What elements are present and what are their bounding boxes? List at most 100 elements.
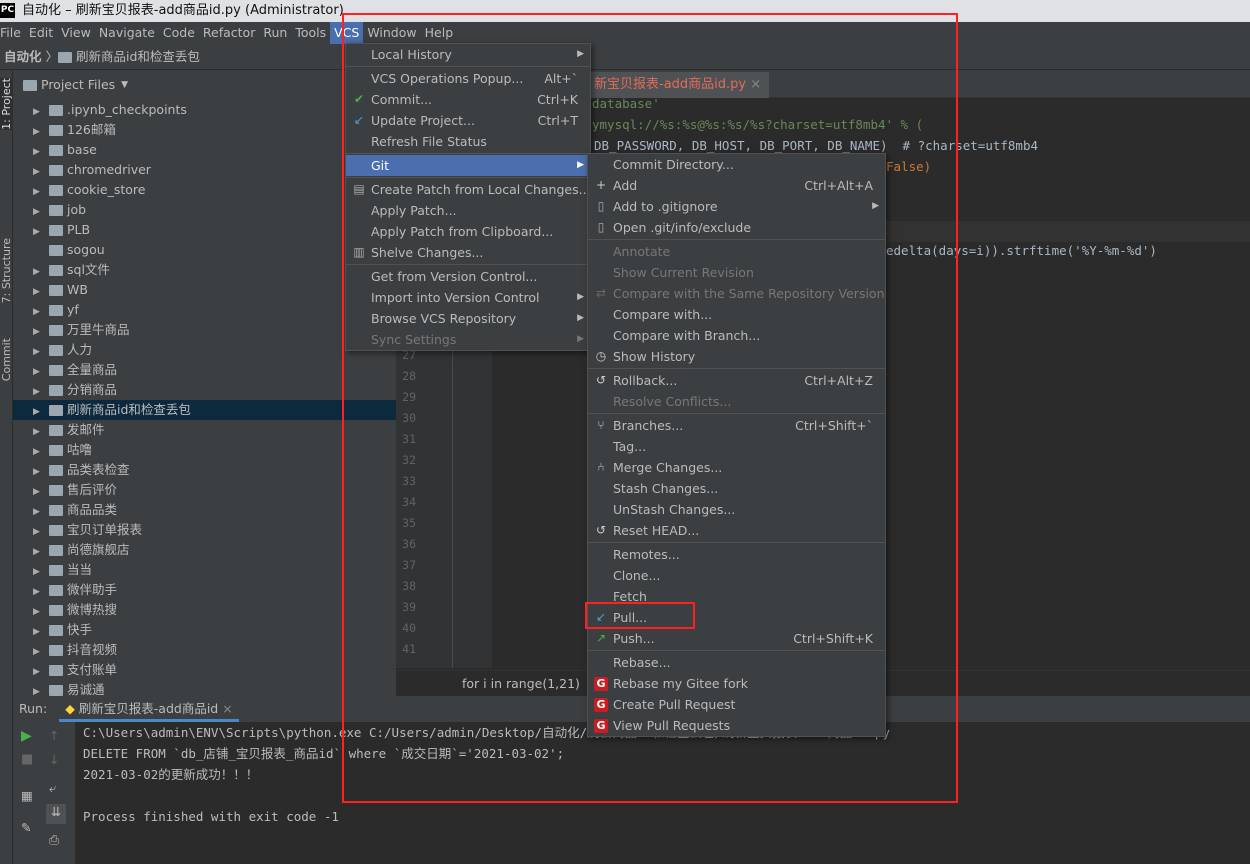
expand-arrow-icon[interactable]: ▶ xyxy=(33,182,49,202)
tree-item[interactable]: ▶ PLB xyxy=(13,220,396,240)
tree-item-label: 微伴助手 xyxy=(67,582,118,597)
tree-item[interactable]: ▶ 售后评价 xyxy=(13,480,396,500)
expand-arrow-icon[interactable]: ▶ xyxy=(33,642,49,662)
folder-icon xyxy=(49,445,63,456)
expand-arrow-icon[interactable]: ▶ xyxy=(33,562,49,582)
scroll-to-end-icon[interactable]: ⇊ xyxy=(46,804,66,824)
expand-arrow-icon[interactable]: ▶ xyxy=(33,542,49,562)
tree-item[interactable]: ▶ 抖音视频 xyxy=(13,640,396,660)
tree-item[interactable]: ▶ 全量商品 xyxy=(13,360,396,380)
expand-arrow-icon[interactable]: ▶ xyxy=(33,402,49,422)
folder-icon xyxy=(49,145,63,156)
expand-arrow-icon[interactable]: ▶ xyxy=(33,502,49,522)
tree-item-label: 咕噜 xyxy=(67,442,93,457)
menu-navigate[interactable]: Navigate xyxy=(95,22,159,44)
tree-item[interactable]: ▶ yf xyxy=(13,300,396,320)
tree-item[interactable]: ▶ chromedriver xyxy=(13,160,396,180)
tree-item[interactable]: ▶ 刷新商品id和检查丢包 xyxy=(13,400,396,420)
breadcrumb-folder[interactable]: 刷新商品id和检查丢包 xyxy=(76,49,200,64)
chevron-down-icon[interactable]: ▼ xyxy=(121,70,128,100)
menu-view[interactable]: View xyxy=(57,22,95,44)
tree-item[interactable]: ▶ sql文件 xyxy=(13,260,396,280)
expand-arrow-icon[interactable]: ▶ xyxy=(33,422,49,442)
tree-item[interactable]: ▶ 宝贝订单报表 xyxy=(13,520,396,540)
expand-arrow-icon[interactable]: ▶ xyxy=(33,462,49,482)
menu-file[interactable]: File xyxy=(0,22,25,44)
window-title: 自动化 – 刷新宝贝报表-add商品id.py (Administrator) xyxy=(22,3,344,18)
folder-icon xyxy=(58,52,72,63)
pin-icon[interactable]: ✎ xyxy=(21,820,31,835)
menu-edit[interactable]: Edit xyxy=(25,22,57,44)
layout-icon[interactable]: ▦ xyxy=(21,788,33,803)
expand-arrow-icon[interactable]: ▶ xyxy=(33,582,49,602)
expand-arrow-icon[interactable]: ▶ xyxy=(33,482,49,502)
menu-tools[interactable]: Tools xyxy=(291,22,330,44)
tab-structure[interactable]: 7: Structure xyxy=(0,238,13,303)
tree-item[interactable]: ▶ 发邮件 xyxy=(13,420,396,440)
tree-item-label: chromedriver xyxy=(67,162,151,177)
menu-run[interactable]: Run xyxy=(259,22,291,44)
breadcrumb-root[interactable]: 自动化 xyxy=(4,49,42,64)
down-icon[interactable]: ↓ xyxy=(49,752,59,767)
tree-item[interactable]: ▶ 快手 xyxy=(13,620,396,640)
expand-arrow-icon[interactable]: ▶ xyxy=(33,382,49,402)
tree-item[interactable]: ▶ 微博热搜 xyxy=(13,600,396,620)
tree-item[interactable]: ▶ cookie_store xyxy=(13,180,396,200)
tree-item[interactable]: ▶ 商品品类 xyxy=(13,500,396,520)
tree-item[interactable]: ▶ WB xyxy=(13,280,396,300)
tree-item[interactable]: ▶ 分销商品 xyxy=(13,380,396,400)
folder-icon xyxy=(49,585,63,596)
tree-item[interactable]: ▶ 尚德旗舰店 xyxy=(13,540,396,560)
expand-arrow-icon[interactable]: ▶ xyxy=(33,342,49,362)
expand-arrow-icon[interactable]: ▶ xyxy=(33,162,49,182)
tree-item-label: PLB xyxy=(67,222,91,237)
tree-item[interactable]: ▶ 微伴助手 xyxy=(13,580,396,600)
expand-arrow-icon[interactable]: ▶ xyxy=(33,202,49,222)
expand-arrow-icon[interactable]: ▶ xyxy=(33,142,49,162)
print-icon[interactable]: ⎙ xyxy=(49,832,59,848)
up-icon[interactable]: ↑ xyxy=(49,728,59,743)
expand-arrow-icon[interactable]: ▶ xyxy=(33,442,49,462)
expand-arrow-icon[interactable]: ▶ xyxy=(33,262,49,282)
tree-item-label: .ipynb_checkpoints xyxy=(67,102,187,117)
tree-item[interactable]: ▶ 126邮箱 xyxy=(13,120,396,140)
tree-item[interactable]: ▶ 当当 xyxy=(13,560,396,580)
tree-item[interactable]: ▶ 品类表检查 xyxy=(13,460,396,480)
menu-code[interactable]: Code xyxy=(159,22,199,44)
expand-arrow-icon[interactable]: ▶ xyxy=(33,322,49,342)
tree-item[interactable]: ▶ 万里牛商品 xyxy=(13,320,396,340)
run-tab[interactable]: ◆ 刷新宝贝报表-add商品id × xyxy=(59,696,239,722)
expand-arrow-icon[interactable]: ▶ xyxy=(33,622,49,642)
tree-item-label: yf xyxy=(67,302,79,317)
tree-item[interactable]: ▶ 人力 xyxy=(13,340,396,360)
expand-arrow-icon[interactable]: ▶ xyxy=(33,282,49,302)
tree-item[interactable]: ▶ base xyxy=(13,140,396,160)
expand-arrow-icon[interactable]: ▶ xyxy=(33,102,49,122)
expand-arrow-icon[interactable]: ▶ xyxy=(33,662,49,682)
tree-item[interactable]: sogou xyxy=(13,240,396,260)
expand-arrow-icon[interactable]: ▶ xyxy=(33,602,49,622)
tree-item[interactable]: ▶ job xyxy=(13,200,396,220)
pull-highlight-box xyxy=(585,602,695,629)
tree-item-label: 刷新商品id和检查丢包 xyxy=(67,402,191,417)
folder-icon xyxy=(49,685,63,696)
soft-wrap-icon[interactable]: ⤶ xyxy=(49,780,56,796)
expand-arrow-icon[interactable]: ▶ xyxy=(33,122,49,142)
tree-item-label: 人力 xyxy=(67,342,93,357)
tree-item[interactable]: ▶ .ipynb_checkpoints xyxy=(13,100,396,120)
folder-icon xyxy=(49,105,63,116)
tab-project[interactable]: 1: Project xyxy=(0,78,13,130)
expand-arrow-icon[interactable]: ▶ xyxy=(33,222,49,242)
tree-item-label: 发邮件 xyxy=(67,422,105,437)
project-view-selector[interactable]: Project Files xyxy=(41,70,115,100)
stop-icon[interactable]: ■ xyxy=(21,752,33,767)
expand-arrow-icon[interactable]: ▶ xyxy=(33,362,49,382)
expand-arrow-icon[interactable]: ▶ xyxy=(33,302,49,322)
tree-item[interactable]: ▶ 支付账单 xyxy=(13,660,396,680)
tab-commit[interactable]: Commit xyxy=(0,338,13,381)
tree-item[interactable]: ▶ 咕噜 xyxy=(13,440,396,460)
rerun-icon[interactable]: ▶ xyxy=(21,728,32,744)
close-icon[interactable]: × xyxy=(222,701,232,716)
expand-arrow-icon[interactable]: ▶ xyxy=(33,522,49,542)
menu-refactor[interactable]: Refactor xyxy=(199,22,259,44)
